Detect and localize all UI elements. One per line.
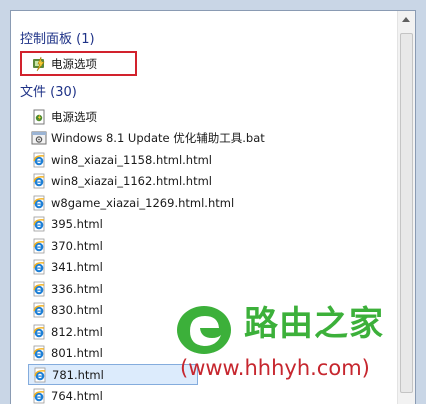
file-list-item[interactable]: Windows 8.1 Update 优化辅助工具.bat	[31, 128, 265, 149]
item-label: 370.html	[51, 239, 103, 253]
item-label: 电源选项	[51, 109, 97, 125]
ie-html-icon	[31, 302, 47, 318]
file-list-item[interactable]: 370.html	[31, 235, 103, 256]
file-list-item[interactable]: w8game_xiazai_1269.html.html	[31, 192, 234, 213]
item-label: 336.html	[51, 282, 103, 296]
file-list-item[interactable]: 830.html	[31, 300, 103, 321]
power-options-icon	[31, 56, 47, 72]
files-header[interactable]: 文件 (30)	[20, 84, 77, 102]
batch-file-icon	[31, 130, 47, 146]
ie-html-icon	[31, 281, 47, 297]
ie-html-icon	[31, 173, 47, 189]
file-list-item[interactable]: 341.html	[31, 257, 103, 278]
ie-html-icon	[31, 388, 47, 404]
file-list-item[interactable]: 336.html	[31, 278, 103, 299]
item-label: win8_xiazai_1158.html.html	[51, 153, 212, 167]
ie-html-icon	[31, 216, 47, 232]
file-list-item[interactable]: 764.html	[31, 386, 103, 404]
file-list-item[interactable]: win8_xiazai_1162.html.html	[31, 171, 212, 192]
ie-html-icon	[31, 324, 47, 340]
item-label: 电源选项	[51, 56, 97, 72]
control-panel-header[interactable]: 控制面板 (1)	[20, 31, 95, 49]
watermark-url: (www.hhhyh.com)	[180, 356, 370, 380]
item-label: 812.html	[51, 325, 103, 339]
item-label: w8game_xiazai_1269.html.html	[51, 196, 234, 210]
item-label: 341.html	[51, 260, 103, 274]
ie-html-icon	[31, 345, 47, 361]
ie-html-icon	[31, 195, 47, 211]
watermark: 路由之家 (www.hhhyh.com)	[172, 298, 426, 403]
scroll-up-arrow-icon[interactable]	[402, 17, 410, 22]
item-label: 781.html	[52, 368, 104, 382]
item-label: 395.html	[51, 217, 103, 231]
file-list-item[interactable]: 电源选项	[31, 106, 97, 127]
watermark-wordmark: 路由之家	[244, 296, 384, 345]
router-home-logo-icon	[174, 304, 234, 356]
item-label: 830.html	[51, 303, 103, 317]
item-label: Windows 8.1 Update 优化辅助工具.bat	[51, 130, 265, 146]
file-list-item[interactable]: 801.html	[31, 343, 103, 364]
item-label: 801.html	[51, 346, 103, 360]
item-label: win8_xiazai_1162.html.html	[51, 174, 212, 188]
file-list-item[interactable]: 395.html	[31, 214, 103, 235]
power-document-icon	[31, 109, 47, 125]
ie-html-icon	[31, 152, 47, 168]
ie-html-icon	[31, 238, 47, 254]
ie-html-icon	[31, 259, 47, 275]
file-list-item[interactable]: 812.html	[31, 321, 103, 342]
file-list-item[interactable]: win8_xiazai_1158.html.html	[31, 149, 212, 170]
item-label: 764.html	[51, 389, 103, 403]
control-panel-item-power-options[interactable]: 电源选项	[31, 53, 97, 74]
ie-html-icon	[32, 367, 48, 383]
